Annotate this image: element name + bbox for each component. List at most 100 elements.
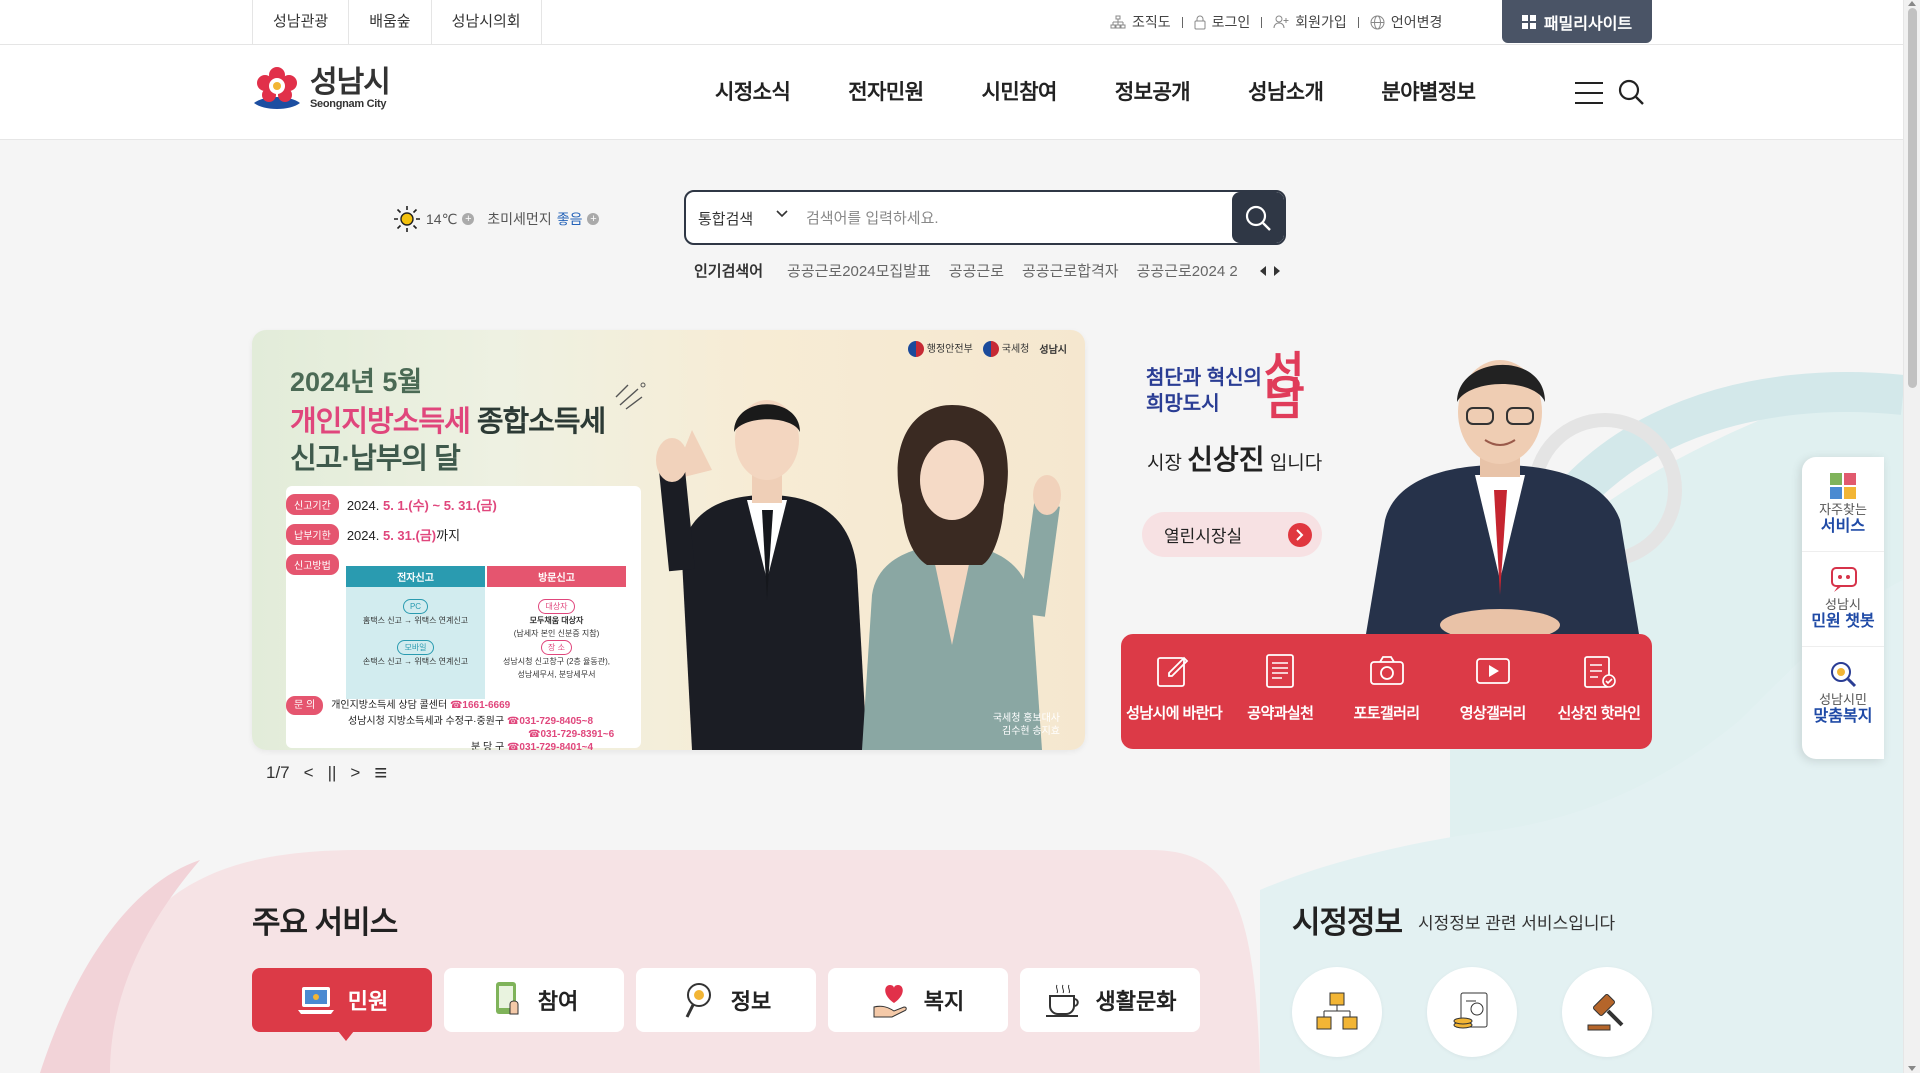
dust-label: 초미세먼지 — [487, 211, 552, 227]
mayor-menu-wish[interactable]: 성남시에 바란다 — [1121, 634, 1227, 749]
slide-list-button[interactable]: ≡ — [374, 760, 387, 786]
mayor-menu-hotline[interactable]: 신상진 핫라인 — [1546, 634, 1652, 749]
checklist-icon — [1584, 656, 1616, 688]
join-label: 회원가입 — [1295, 14, 1347, 30]
banner-year: 2024년 5월 — [290, 367, 423, 397]
laptop-icon — [297, 987, 334, 1014]
quick-frequent-services[interactable]: 자주찾는 서비스 — [1802, 457, 1884, 552]
popular-keyword[interactable]: 공공근로2024 2 — [1137, 260, 1238, 281]
temperature-plus-icon[interactable]: + — [462, 213, 475, 225]
temperature: 14℃ — [426, 210, 458, 227]
main-services-title: 주요 서비스 — [252, 905, 398, 940]
sun-icon — [394, 206, 420, 232]
phone-touch-icon — [495, 982, 519, 1015]
language-label: 언어변경 — [1390, 14, 1443, 30]
banner-sparkle-icon — [615, 382, 646, 410]
slide-pause-button[interactable]: || — [328, 763, 337, 783]
slide-counter: 1/7 — [266, 763, 290, 782]
banner-title-2: 신고·납부의 달 — [290, 443, 461, 475]
mayor-menu-video[interactable]: 영상갤러리 — [1440, 634, 1546, 749]
org-chart-link[interactable]: 조직도 — [1110, 12, 1171, 32]
scroll-down-icon[interactable] — [1908, 1066, 1916, 1071]
banner-title: 개인지방소득세 종합소득세 — [290, 406, 606, 438]
coffee-cup-icon — [1045, 984, 1079, 1017]
main-banner-slide[interactable]: 행정안전부 국세청 성남시 2024년 5월 개인지방소득세 종합소득세 신고·… — [252, 330, 1085, 750]
family-site-button[interactable]: 패밀리사이트 — [1502, 0, 1652, 43]
banner-deadline-row: 납부기한 2024. 5. 31.(금)까지 — [286, 524, 460, 545]
main-services-tabs: 민원 참여 정보 복지 생활문화 — [252, 968, 1200, 1041]
tab-participation[interactable]: 참여 — [444, 968, 624, 1032]
page-scrollbar[interactable] — [1903, 0, 1920, 1073]
utility-menu: 조직도 로그인 회원가입 언어변경 — [1110, 0, 1442, 44]
nts-logo: 국세청 — [982, 340, 1029, 358]
tab-civil[interactable]: 민원 — [252, 968, 432, 1041]
site-logo[interactable]: 성남시 Seongnam City — [250, 65, 391, 113]
mayor-menu-photo[interactable]: 포토갤러리 — [1333, 634, 1439, 749]
top-utility-bar: 성남관광 배움숲 성남시의회 조직도 로그인 회원가입 언어변경 패밀리사이트 — [0, 0, 1903, 45]
search-info-icon — [685, 983, 711, 1018]
magnifier-icon — [1831, 662, 1857, 688]
language-link[interactable]: 언어변경 — [1370, 12, 1443, 32]
login-label: 로그인 — [1211, 14, 1251, 30]
banner-contact: 문 의 개인지방소득세 상담 콜센터 ☎1661-6669 성남시청 지방소득세과… — [286, 696, 614, 750]
city-info-title: 시정정보 — [1292, 905, 1403, 940]
banner-method-row: 신고방법 — [286, 554, 339, 575]
tab-info[interactable]: 정보 — [636, 968, 816, 1032]
nav-e-civil[interactable]: 전자민원 — [819, 45, 952, 140]
open-mayor-office-button[interactable]: 열린시장실 — [1142, 512, 1322, 557]
nav-about[interactable]: 성남소개 — [1219, 45, 1352, 140]
search-icon[interactable] — [1617, 78, 1645, 106]
mayor-name: 시장 신상진 입니다 — [1147, 444, 1323, 475]
top-link-tourism[interactable]: 성남관광 — [253, 0, 350, 44]
divider — [1261, 16, 1263, 28]
camera-icon — [1369, 656, 1404, 685]
nav-field-info[interactable]: 분야별정보 — [1352, 45, 1504, 140]
slide-next-button[interactable]: > — [350, 763, 360, 783]
top-link-learning[interactable]: 배움숲 — [349, 0, 432, 44]
tab-culture[interactable]: 생활문화 — [1020, 968, 1200, 1032]
popular-keyword[interactable]: 공공근로2024모집발표 — [787, 260, 931, 281]
chatbot-icon — [1831, 567, 1857, 592]
popular-keyword[interactable]: 공공근로 — [949, 260, 1004, 281]
globe-icon — [1370, 15, 1385, 29]
org-boxes-icon[interactable] — [1292, 967, 1382, 1057]
keyword-prev-icon[interactable] — [1259, 265, 1266, 276]
search-submit-button[interactable] — [1232, 192, 1284, 243]
scroll-up-icon[interactable] — [1908, 1, 1916, 6]
main-header: 성남시 Seongnam City 시정소식 전자민원 시민참여 정보공개 성남… — [0, 45, 1903, 140]
quick-welfare[interactable]: 성남시민 맞춤복지 — [1802, 647, 1884, 742]
logo-korean: 성남시 — [310, 66, 391, 99]
search-icon — [1245, 205, 1271, 231]
top-link-council[interactable]: 성남시의회 — [432, 0, 542, 44]
banner-info-box: 신고기간 2024. 5. 1.(수) ~ 5. 31.(금) 납부기한 2024.… — [286, 486, 641, 750]
puzzle-icon — [1830, 473, 1856, 499]
login-link[interactable]: 로그인 — [1194, 12, 1251, 32]
nav-participation[interactable]: 시민참여 — [953, 45, 1086, 140]
mayor-menu-pledge[interactable]: 공약과실천 — [1227, 634, 1333, 749]
slogan-seongnam: 성남 — [1264, 348, 1305, 425]
seongnam-logo: 성남시 — [1039, 345, 1067, 357]
search-input[interactable] — [806, 204, 1206, 232]
quick-chatbot[interactable]: 성남시 민원 챗봇 — [1802, 552, 1884, 647]
nav-city-news[interactable]: 시정소식 — [686, 45, 819, 140]
nav-info-disclosure[interactable]: 정보공개 — [1086, 45, 1219, 140]
chevron-down-icon[interactable] — [776, 210, 788, 218]
budget-document-icon[interactable] — [1427, 967, 1517, 1057]
banner-slider-controls: 1/7 < || > ≡ — [266, 760, 387, 786]
mayor-quick-menu: 성남시에 바란다 공약과실천 포토갤러리 영상갤러리 신상진 핫라인 — [1121, 634, 1652, 749]
scrollbar-thumb[interactable] — [1908, 8, 1917, 388]
banner-method-table: 전자신고 PC 홈택스 신고 → 위택스 연계신고 모바일 손택스 신고 → 위택스… — [346, 566, 626, 699]
search-scope-select[interactable]: 통합검색 — [698, 208, 753, 229]
tab-welfare[interactable]: 복지 — [828, 968, 1008, 1032]
dust-plus-icon[interactable]: + — [587, 213, 600, 225]
mayor-portrait-image — [1365, 360, 1682, 640]
gavel-icon[interactable] — [1562, 967, 1652, 1057]
keyword-next-icon[interactable] — [1273, 265, 1280, 276]
divider — [1357, 16, 1359, 28]
weather-widget: 14℃ + 초미세먼지 좋음 + — [393, 205, 600, 233]
slide-prev-button[interactable]: < — [304, 763, 314, 783]
top-links: 성남관광 배움숲 성남시의회 — [252, 0, 542, 44]
join-link[interactable]: 회원가입 — [1273, 12, 1347, 32]
popular-keyword[interactable]: 공공근로합격자 — [1022, 260, 1119, 281]
all-menu-button[interactable] — [1575, 82, 1603, 104]
